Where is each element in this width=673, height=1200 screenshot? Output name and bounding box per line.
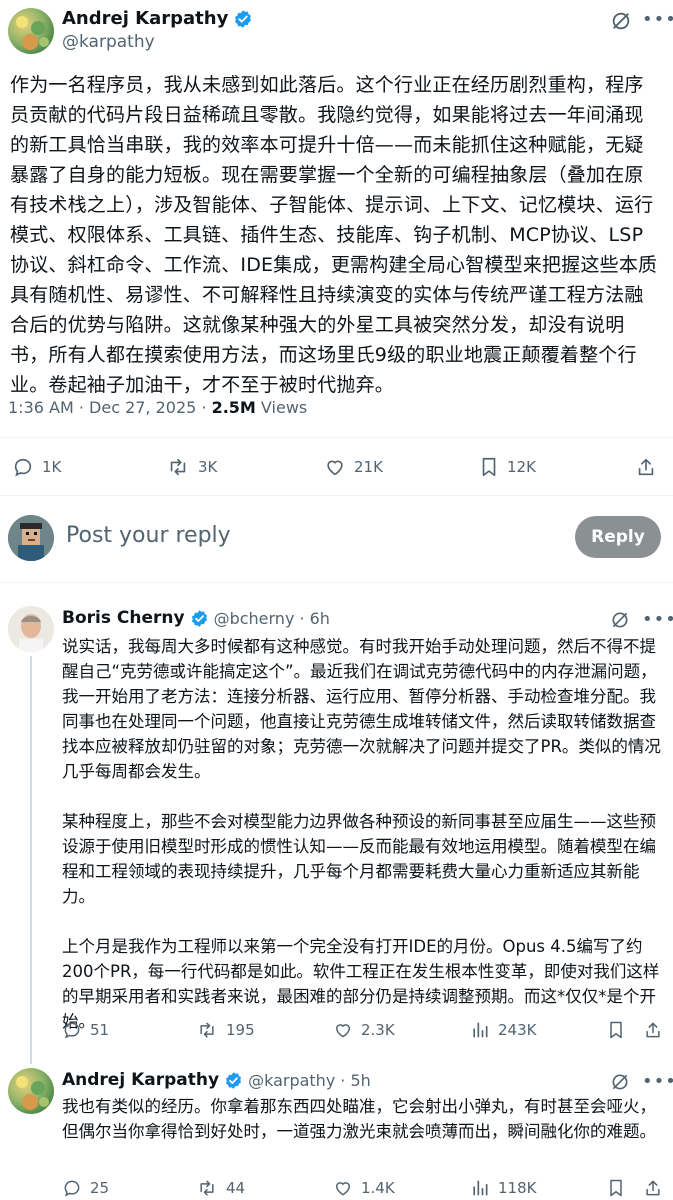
- reply-time[interactable]: · 6h: [299, 609, 330, 628]
- repost-count: 195: [226, 1021, 255, 1039]
- repost-icon: [196, 1178, 218, 1198]
- author-handle[interactable]: @karpathy: [62, 32, 253, 52]
- avatar-art: [16, 1076, 49, 1110]
- like-icon: [333, 1178, 353, 1198]
- reply-action[interactable]: 1K: [12, 456, 61, 478]
- like-action[interactable]: 1.4K: [333, 1178, 395, 1198]
- reply-paragraph: 我也有类似的经历。你拿着那东西四处瞄准，它会射出小弹丸，有时甚至会哑火，但偶尔当…: [62, 1097, 656, 1141]
- repost-action[interactable]: 3K: [166, 456, 217, 478]
- views-action[interactable]: 118K: [470, 1178, 536, 1198]
- like-action[interactable]: 21K: [324, 456, 383, 478]
- reply-button[interactable]: Reply: [575, 516, 661, 558]
- reply-paragraph: 上个月是我作为工程师以来第一个完全没有打开IDE的月份。Opus 4.5编写了约…: [62, 937, 660, 1031]
- bookmark-icon[interactable]: [607, 1020, 625, 1040]
- reply-header: Boris Cherny @bcherny · 6h: [62, 608, 330, 628]
- bookmark-count: 12K: [507, 458, 536, 476]
- grok-icon[interactable]: [610, 10, 632, 32]
- share-icon[interactable]: [643, 1020, 663, 1040]
- reply-paragraph: 某种程度上，那些不会对模型能力边界做各种预设的新同事甚至应届生——这些预设源于使…: [62, 812, 656, 906]
- boris-avatar-art: [8, 606, 54, 652]
- more-icon[interactable]: •••: [642, 9, 673, 30]
- author-name[interactable]: Andrej Karpathy: [62, 8, 228, 29]
- verified-badge-icon: [233, 9, 253, 29]
- reply-action[interactable]: 25: [62, 1178, 109, 1198]
- reply-avatar-karpathy[interactable]: [8, 1068, 54, 1114]
- views-count: 243K: [498, 1021, 537, 1039]
- reply-count: 51: [90, 1021, 110, 1039]
- repost-action[interactable]: 44: [196, 1178, 245, 1198]
- tweet-meta: 1:36 AM · Dec 27, 2025 · 2.5M Views: [8, 398, 307, 417]
- author-info: Andrej Karpathy @karpathy: [62, 8, 253, 52]
- reply-body: 我也有类似的经历。你拿着那东西四处瞄准，它会射出小弹丸，有时甚至会哑火，但偶尔当…: [62, 1094, 662, 1144]
- repost-icon: [166, 456, 190, 478]
- bookmark-icon: [479, 456, 499, 478]
- grok-icon[interactable]: [610, 610, 630, 630]
- divider: [0, 582, 673, 583]
- bookmark-icon[interactable]: [607, 1178, 625, 1198]
- reply-author-name[interactable]: Andrej Karpathy: [62, 1070, 219, 1090]
- divider: [0, 495, 673, 496]
- author-avatar[interactable]: [8, 8, 54, 54]
- repost-count: 3K: [198, 458, 218, 476]
- like-icon: [333, 1020, 353, 1040]
- reply-icon: [12, 456, 34, 478]
- share-icon[interactable]: [643, 1178, 663, 1198]
- reply-author-handle[interactable]: @bcherny: [214, 609, 295, 628]
- reply-body: 说实话，我每周大多时候都有这种感觉。有时我开始手动处理问题，然后不得不提醒自己“…: [62, 634, 662, 1034]
- pixel-avatar-art: [8, 515, 54, 561]
- like-count: 1.4K: [361, 1179, 395, 1197]
- repost-action[interactable]: 195: [196, 1020, 255, 1040]
- reply-avatar-boris[interactable]: [8, 606, 54, 652]
- reply-author-name[interactable]: Boris Cherny: [62, 608, 185, 628]
- divider: [0, 437, 673, 438]
- views-label: Views: [255, 398, 308, 417]
- reply-count: 1K: [42, 458, 62, 476]
- tweet-timestamp[interactable]: 1:36 AM · Dec 27, 2025 ·: [8, 398, 212, 417]
- verified-badge-icon: [224, 1071, 243, 1090]
- reply-input[interactable]: Post your reply: [66, 523, 231, 548]
- views-action[interactable]: 243K: [470, 1020, 536, 1040]
- avatar-art: [16, 16, 49, 50]
- reply-paragraph: 说实话，我每周大多时候都有这种感觉。有时我开始手动处理问题，然后不得不提醒自己“…: [62, 637, 661, 781]
- reply-icon: [62, 1020, 82, 1040]
- like-icon: [324, 456, 346, 478]
- tweet-text: 作为一名程序员，我从未感到如此落后。这个行业正在经历剧烈重构，程序员贡献的代码片…: [10, 74, 658, 396]
- thread-line: [30, 656, 32, 1064]
- grok-icon[interactable]: [610, 1072, 630, 1092]
- reply-action[interactable]: 51: [62, 1020, 109, 1040]
- reply-icon: [62, 1178, 82, 1198]
- views-count: 118K: [498, 1179, 537, 1197]
- repost-count: 44: [226, 1179, 246, 1197]
- like-count: 21K: [354, 458, 383, 476]
- more-icon[interactable]: •••: [642, 609, 673, 630]
- user-avatar[interactable]: [8, 515, 54, 561]
- reply-header: Andrej Karpathy @karpathy · 5h: [62, 1070, 371, 1090]
- views-count: 2.5M: [211, 398, 256, 417]
- bookmark-action[interactable]: 12K: [479, 456, 536, 478]
- repost-icon: [196, 1020, 218, 1040]
- like-action[interactable]: 2.3K: [333, 1020, 395, 1040]
- verified-badge-icon: [190, 609, 209, 628]
- share-icon[interactable]: [635, 456, 657, 478]
- views-icon: [470, 1020, 490, 1040]
- reply-time[interactable]: · 5h: [340, 1071, 371, 1090]
- reply-author-handle[interactable]: @karpathy: [248, 1071, 335, 1090]
- more-icon[interactable]: •••: [642, 1071, 673, 1092]
- reply-count: 25: [90, 1179, 110, 1197]
- like-count: 2.3K: [361, 1021, 395, 1039]
- views-icon: [470, 1178, 490, 1198]
